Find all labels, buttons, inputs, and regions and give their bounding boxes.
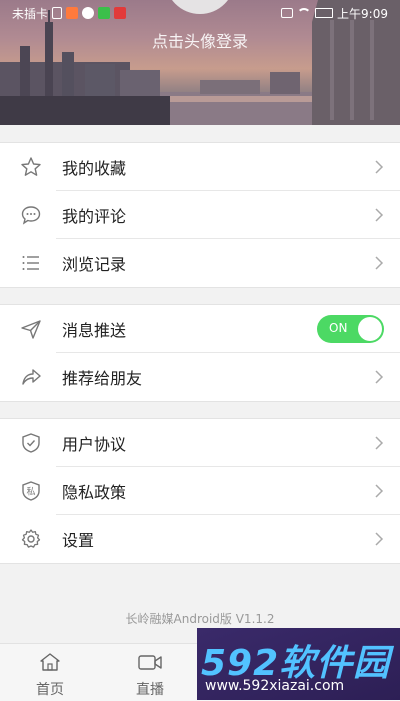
- menu-item-label: 我的评论: [62, 207, 127, 226]
- menu-item-settings[interactable]: 设置: [0, 515, 400, 563]
- shield-check-icon: [22, 433, 40, 453]
- send-icon: [21, 320, 41, 339]
- chevron-right-icon: [375, 532, 384, 546]
- menu-item-label: 推荐给朋友: [62, 369, 143, 388]
- menu-item-recommend[interactable]: 推荐给朋友: [0, 353, 400, 401]
- tab-label: 首页: [36, 682, 64, 698]
- chevron-right-icon: [375, 256, 384, 270]
- list-icon: [22, 256, 39, 270]
- app-version-text: 长岭融媒Android版 V1.1.2: [125, 612, 275, 626]
- menu-item-history[interactable]: 浏览记录: [0, 239, 400, 287]
- vibrate-icon: [281, 8, 294, 18]
- camera-icon: [138, 655, 162, 670]
- chevron-right-icon: [375, 370, 384, 384]
- profile-header: 未插卡 上午9:09 点击头像登录: [0, 0, 400, 125]
- menu-item-label: 设置: [62, 531, 95, 550]
- chevron-right-icon: [375, 436, 384, 450]
- gear-icon: [21, 529, 41, 548]
- menu-group-about: 用户协议 私 隐私政策 设置: [0, 418, 400, 564]
- app-notification-icon: [66, 7, 79, 19]
- push-toggle[interactable]: ON: [317, 315, 384, 343]
- menu-group-social: 消息推送 ON 推荐给朋友: [0, 304, 400, 402]
- menu-item-push-notifications: 消息推送 ON: [0, 305, 400, 353]
- news-icon: [114, 7, 127, 19]
- privacy-icon-glyph: 私: [26, 487, 35, 498]
- menu-item-user-agreement[interactable]: 用户协议: [0, 419, 400, 467]
- chevron-right-icon: [375, 160, 384, 174]
- watermark: 592软件园 www.592xiazai.com: [197, 628, 400, 700]
- clock-text: 上午9:09: [337, 6, 388, 21]
- wifi-icon: [297, 8, 312, 18]
- sim-icon: [52, 7, 63, 19]
- menu-item-label: 隐私政策: [62, 483, 127, 502]
- tab-label: 直播: [136, 682, 164, 698]
- menu-item-label: 浏览记录: [62, 255, 127, 274]
- chevron-right-icon: [375, 208, 384, 222]
- menu-item-label: 我的收藏: [62, 159, 127, 178]
- toggle-state-label: ON: [329, 321, 348, 335]
- menu-item-comments[interactable]: 我的评论: [0, 191, 400, 239]
- home-icon: [40, 653, 60, 671]
- chevron-right-icon: [375, 484, 384, 498]
- weibo-icon: [82, 7, 95, 19]
- share-icon: [22, 369, 41, 385]
- privacy-shield-icon: 私: [22, 481, 40, 501]
- menu-item-favorites[interactable]: 我的收藏: [0, 143, 400, 191]
- menu-item-label: 用户协议: [62, 435, 127, 454]
- tab-home[interactable]: 首页: [15, 644, 85, 701]
- app-icon: [98, 7, 111, 19]
- watermark-url: www.592xiazai.com: [205, 678, 345, 694]
- login-prompt[interactable]: 点击头像登录: [0, 28, 400, 52]
- toggle-knob: [358, 317, 382, 341]
- menu-item-privacy-policy[interactable]: 私 隐私政策: [0, 467, 400, 515]
- comment-icon: [21, 206, 41, 225]
- menu-item-label: 消息推送: [62, 321, 127, 340]
- menu-group-personal: 我的收藏 我的评论 浏览记录: [0, 142, 400, 288]
- star-icon: [21, 157, 41, 176]
- carrier-text: 未插卡: [12, 6, 49, 21]
- tab-live[interactable]: 直播: [115, 644, 185, 701]
- battery-icon: [315, 8, 334, 18]
- status-bar: 未插卡 上午9:09: [0, 0, 400, 26]
